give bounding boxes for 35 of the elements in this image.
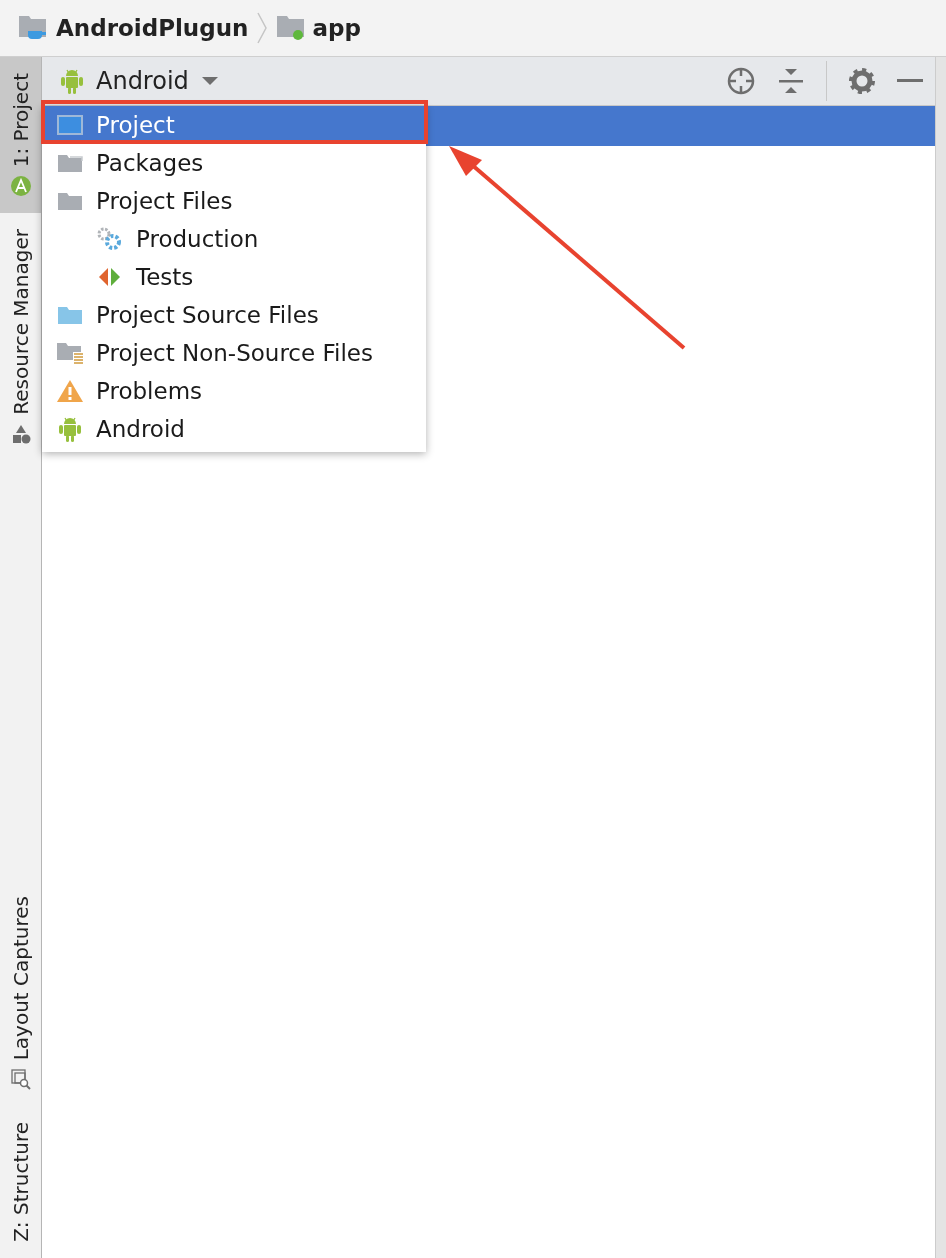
tool-window-tab[interactable]: 1: Project <box>0 57 41 214</box>
locate-icon[interactable] <box>726 66 756 96</box>
tool-window-tab[interactable]: Z: Structure <box>0 1106 41 1258</box>
breadcrumb-item[interactable]: app <box>276 15 361 41</box>
window-icon <box>57 115 83 135</box>
minimize-icon[interactable] <box>897 79 923 83</box>
gears-icon <box>96 226 124 252</box>
android-robot-icon <box>58 415 82 443</box>
folder-icon <box>57 191 83 211</box>
menu-item[interactable]: Project Files <box>42 182 426 220</box>
folder-document-icon <box>56 341 84 365</box>
tool-window-tab[interactable]: Layout Captures <box>0 879 41 1107</box>
layout-magnifier-icon <box>9 1068 32 1091</box>
menu-item[interactable]: Tests <box>42 258 426 296</box>
menu-item[interactable]: Problems <box>42 372 426 410</box>
caret-icon <box>200 76 219 86</box>
settings-icon[interactable] <box>849 68 875 94</box>
tool-window-tab[interactable]: Resource Manager <box>0 213 41 461</box>
diamond-arrows-icon <box>97 266 123 288</box>
chevron-icon <box>256 11 269 45</box>
menu-item[interactable]: Packages <box>42 144 426 182</box>
breadcrumb-item[interactable]: AndroidPlugun <box>18 15 249 41</box>
folder-icon <box>57 305 83 325</box>
menu-item[interactable]: Android <box>42 410 426 448</box>
collapse-icon[interactable] <box>778 68 804 94</box>
menu-item[interactable]: Project Non-Source Files <box>42 334 426 372</box>
folder-dot-icon <box>276 15 307 41</box>
view-dropdown[interactable]: Android <box>60 67 219 95</box>
warning-icon <box>56 379 84 403</box>
folder-icon <box>57 153 83 173</box>
scrollbar[interactable] <box>935 57 946 1258</box>
android-robot-icon <box>60 67 84 95</box>
menu-item[interactable]: Project Source Files <box>42 296 426 334</box>
menu-item[interactable]: Production <box>42 220 426 258</box>
android-studio-icon <box>9 175 32 198</box>
